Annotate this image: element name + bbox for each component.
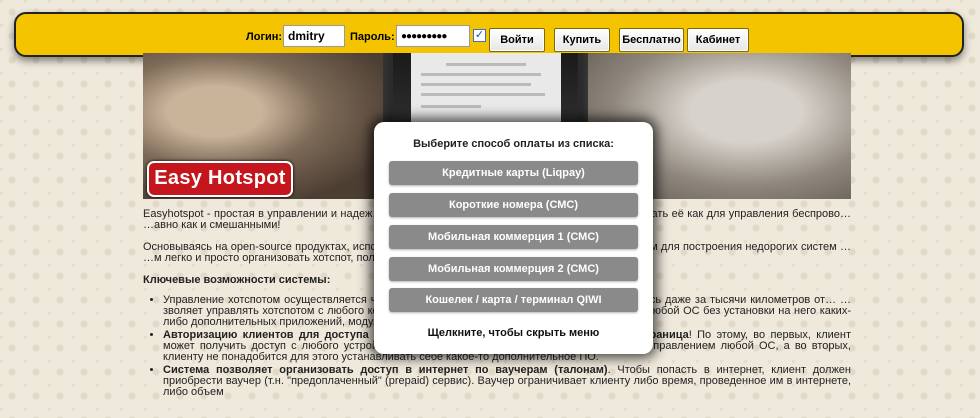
buy-button[interactable]: Купить (554, 28, 610, 52)
pay-mobile-commerce-2-button[interactable]: Мобильная коммерция 2 (СМС) (389, 257, 638, 281)
login-bar: Логин: Пароль: ✓ Войти Купить Бесплатно … (14, 12, 964, 57)
remember-checkbox[interactable]: ✓ (473, 29, 486, 42)
password-label: Пароль: (350, 31, 395, 43)
easy-hotspot-logo[interactable]: Easy Hotspot (147, 161, 293, 197)
modal-title: Выберите способ оплаты из списка: (413, 138, 614, 150)
cabinet-button[interactable]: Кабинет (687, 28, 749, 52)
login-button[interactable]: Войти (489, 28, 545, 52)
pay-qiwi-button[interactable]: Кошелек / карта / терминал QIWI (389, 288, 638, 312)
free-button[interactable]: Бесплатно (619, 28, 684, 52)
list-item: Система позволяет организовать доступ в … (163, 365, 851, 398)
login-label: Логин: (246, 31, 283, 43)
hide-menu-link[interactable]: Щелкните, чтобы скрыть меню (374, 327, 653, 339)
pay-liqpay-button[interactable]: Кредитные карты (Liqpay) (389, 161, 638, 185)
password-input[interactable] (396, 25, 470, 47)
payment-method-modal: Выберите способ оплаты из списка: Кредит… (374, 122, 653, 354)
pay-mobile-commerce-1-button[interactable]: Мобильная коммерция 1 (СМС) (389, 225, 638, 249)
login-input[interactable] (283, 25, 345, 47)
pay-short-numbers-button[interactable]: Короткие номера (СМС) (389, 193, 638, 217)
